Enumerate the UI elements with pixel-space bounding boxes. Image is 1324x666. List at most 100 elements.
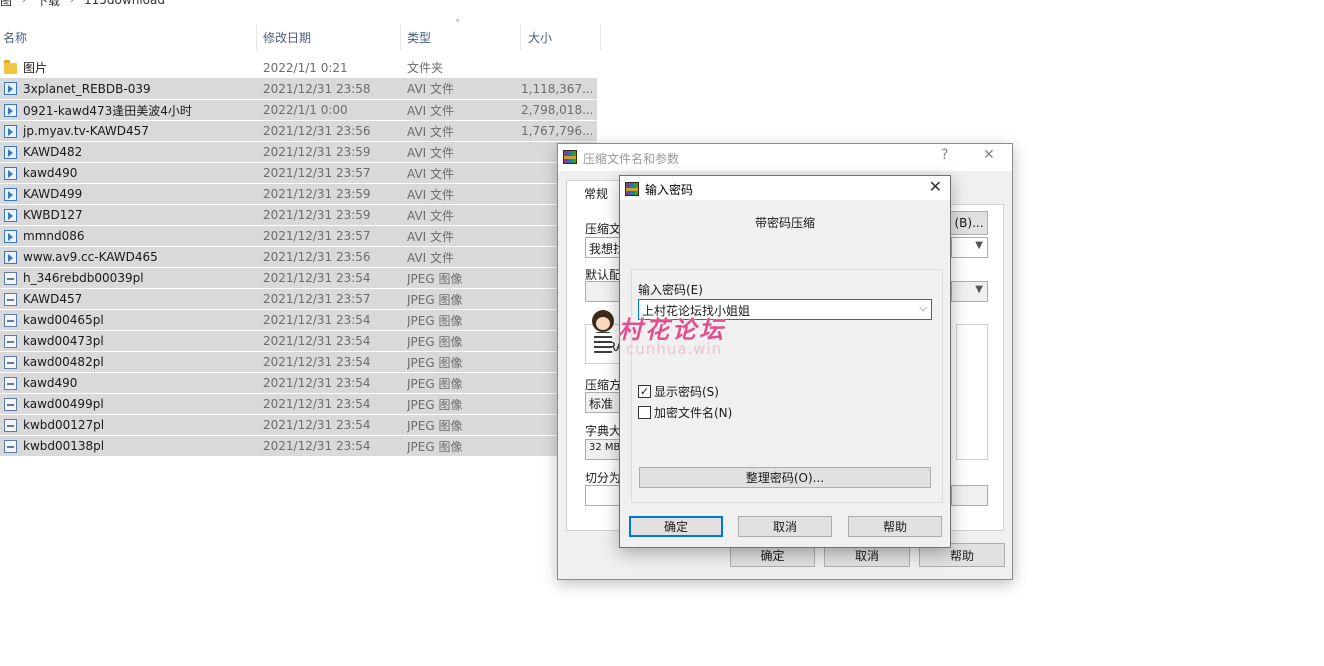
split-volumes-field[interactable]	[585, 485, 620, 506]
column-header-date[interactable]: 修改日期	[263, 24, 398, 50]
column-divider[interactable]	[600, 24, 601, 50]
file-row[interactable]: KAWD4572021/12/31 23:57JPEG 图像1	[0, 288, 597, 309]
file-date: 2021/12/31 23:57	[263, 292, 371, 306]
file-row[interactable]: 图片 2022/1/1 0:21 文件夹	[0, 57, 597, 78]
file-type: AVI 文件	[407, 187, 455, 202]
file-type: JPEG 图像	[407, 376, 463, 391]
dialog-title: 输入密码	[645, 183, 694, 197]
column-divider[interactable]	[256, 24, 257, 50]
file-type: JPEG 图像	[407, 313, 463, 328]
split-label: 切分为	[585, 471, 622, 485]
file-name: kwbd00138pl	[23, 439, 105, 453]
file-row[interactable]: 3xplanet_REBDB-039 2021/12/31 23:58 AVI 文件…	[0, 78, 597, 99]
file-row[interactable]: kawd00465pl2021/12/31 23:54JPEG 图像1	[0, 309, 597, 330]
file-name: KAWD482	[23, 145, 83, 159]
video-file-icon	[4, 251, 17, 264]
dict-size-label: 字典大	[585, 424, 622, 438]
file-row[interactable]: kawd00482pl2021/12/31 23:54JPEG 图像1	[0, 351, 597, 372]
file-row[interactable]: h_346rebdb00039pl 2021/12/31 23:54 JPEG 图像…	[0, 267, 597, 288]
file-type: AVI 文件	[407, 229, 455, 244]
close-icon[interactable]: ✕	[983, 147, 995, 163]
file-type: JPEG 图像	[407, 355, 463, 370]
file-row[interactable]: jp.myav.tv-KAWD457 2021/12/31 23:56 AVI 文件…	[0, 120, 597, 141]
video-file-icon	[4, 104, 17, 117]
file-type: JPEG 图像	[407, 292, 463, 307]
breadcrumb-item[interactable]: 下载	[36, 0, 60, 9]
show-password-label: 显示密码(S)	[654, 385, 719, 399]
file-type: JPEG 图像	[407, 271, 463, 286]
file-date: 2022/1/1 0:21	[263, 60, 348, 75]
column-header-name[interactable]: 名称	[3, 24, 253, 50]
file-name: kawd00473pl	[23, 334, 104, 348]
file-row[interactable]: kwbd00138pl2021/12/31 23:54JPEG 图像1	[0, 435, 597, 456]
file-type: AVI 文件	[407, 103, 455, 118]
column-header-size[interactable]: 大小	[528, 24, 598, 50]
chevron-right-icon: ›	[70, 0, 75, 6]
file-name: kawd00482pl	[23, 355, 104, 369]
set-password-button[interactable]	[951, 485, 988, 506]
watermark: 村花论坛 cunhua.win	[588, 310, 748, 362]
show-password-checkbox[interactable]: ✓ 显示密码(S)	[638, 383, 719, 400]
file-date: 2021/12/31 23:59	[263, 208, 371, 222]
file-type: JPEG 图像	[407, 439, 463, 454]
tab-general[interactable]: 常规	[566, 180, 626, 205]
encrypt-filenames-checkbox[interactable]: 加密文件名(N)	[638, 404, 732, 421]
file-row[interactable]: KAWD4992021/12/31 23:59AVI 文件1,862	[0, 183, 597, 204]
file-name: KAWD499	[23, 187, 83, 201]
method-select[interactable]: 标准	[585, 392, 620, 413]
file-row[interactable]: mmnd0862021/12/31 23:57AVI 文件1,400	[0, 225, 597, 246]
file-row[interactable]: KAWD4822021/12/31 23:59AVI 文件1,431	[0, 141, 597, 162]
file-date: 2021/12/31 23:58	[263, 81, 371, 96]
file-row[interactable]: kawd00473pl2021/12/31 23:54JPEG 图像1	[0, 330, 597, 351]
file-row[interactable]: KWBD1272021/12/31 23:59AVI 文件2,754	[0, 204, 597, 225]
file-size: 1,118,367...	[521, 81, 592, 96]
column-header-type[interactable]: 类型	[407, 24, 517, 50]
help-button[interactable]: 帮助	[848, 516, 942, 537]
checkbox-checked-icon[interactable]: ✓	[638, 385, 651, 398]
breadcrumb-item[interactable]: 图	[0, 0, 12, 9]
close-icon[interactable]: ✕	[929, 177, 942, 196]
file-date: 2021/12/31 23:54	[263, 439, 371, 453]
file-type: JPEG 图像	[407, 418, 463, 433]
options-select[interactable]: ▼	[951, 281, 988, 302]
profile-button[interactable]	[585, 281, 620, 302]
file-row[interactable]: kawd4902021/12/31 23:57AVI 文件1,403	[0, 162, 597, 183]
dict-size-select[interactable]: 32 MB	[585, 439, 620, 460]
dialog-titlebar[interactable]: 压缩文件名和参数 ? ✕	[558, 144, 1012, 171]
file-row[interactable]: www.av9.cc-KAWD465 2021/12/31 23:56 AVI 文件…	[0, 246, 597, 267]
file-row[interactable]: kawd00499pl2021/12/31 23:54JPEG 图像1	[0, 393, 597, 414]
dialog-titlebar[interactable]: 输入密码 ✕	[620, 176, 950, 200]
browse-button[interactable]: (B)...	[950, 211, 988, 235]
file-row[interactable]: kwbd00127pl2021/12/31 23:54JPEG 图像1	[0, 414, 597, 435]
update-mode-select[interactable]: ▼	[951, 237, 988, 258]
organize-passwords-button[interactable]: 整理密码(O)...	[639, 467, 931, 488]
video-file-icon	[4, 82, 17, 95]
file-date: 2021/12/31 23:54	[263, 334, 371, 348]
checkbox-unchecked-icon[interactable]	[638, 406, 651, 419]
file-size: 2,798,018...	[521, 103, 592, 117]
column-divider[interactable]	[520, 24, 521, 50]
file-row[interactable]: kawd4902021/12/31 23:54JPEG 图像1	[0, 372, 597, 393]
watermark-subtitle: cunhua.win	[626, 340, 723, 358]
cancel-button[interactable]: 取消	[738, 516, 832, 537]
chevron-right-icon: ›	[22, 0, 27, 6]
file-date: 2021/12/31 23:54	[263, 376, 371, 390]
breadcrumb-item[interactable]: 115download	[84, 0, 165, 7]
video-file-icon	[4, 125, 17, 138]
file-name: KWBD127	[23, 208, 83, 222]
file-type: AVI 文件	[407, 82, 455, 96]
column-divider[interactable]	[400, 24, 401, 50]
file-name: kwbd00127pl	[23, 418, 105, 432]
help-icon[interactable]: ?	[941, 147, 948, 163]
file-date: 2021/12/31 23:57	[263, 166, 371, 180]
file-type: AVI 文件	[407, 208, 455, 223]
file-name: 3xplanet_REBDB-039	[23, 81, 151, 96]
file-name: kawd490	[23, 376, 78, 390]
ok-button[interactable]: 确定	[629, 516, 723, 537]
file-name: mmnd086	[23, 229, 85, 243]
video-file-icon	[4, 230, 17, 243]
file-type: AVI 文件	[407, 166, 455, 181]
file-date: 2021/12/31 23:54	[263, 418, 371, 432]
file-row[interactable]: 0921-kawd473逢田美波4小时 2022/1/1 0:00 AVI 文件 2,…	[0, 99, 597, 120]
chevron-down-icon[interactable]: ⌵	[919, 303, 927, 314]
